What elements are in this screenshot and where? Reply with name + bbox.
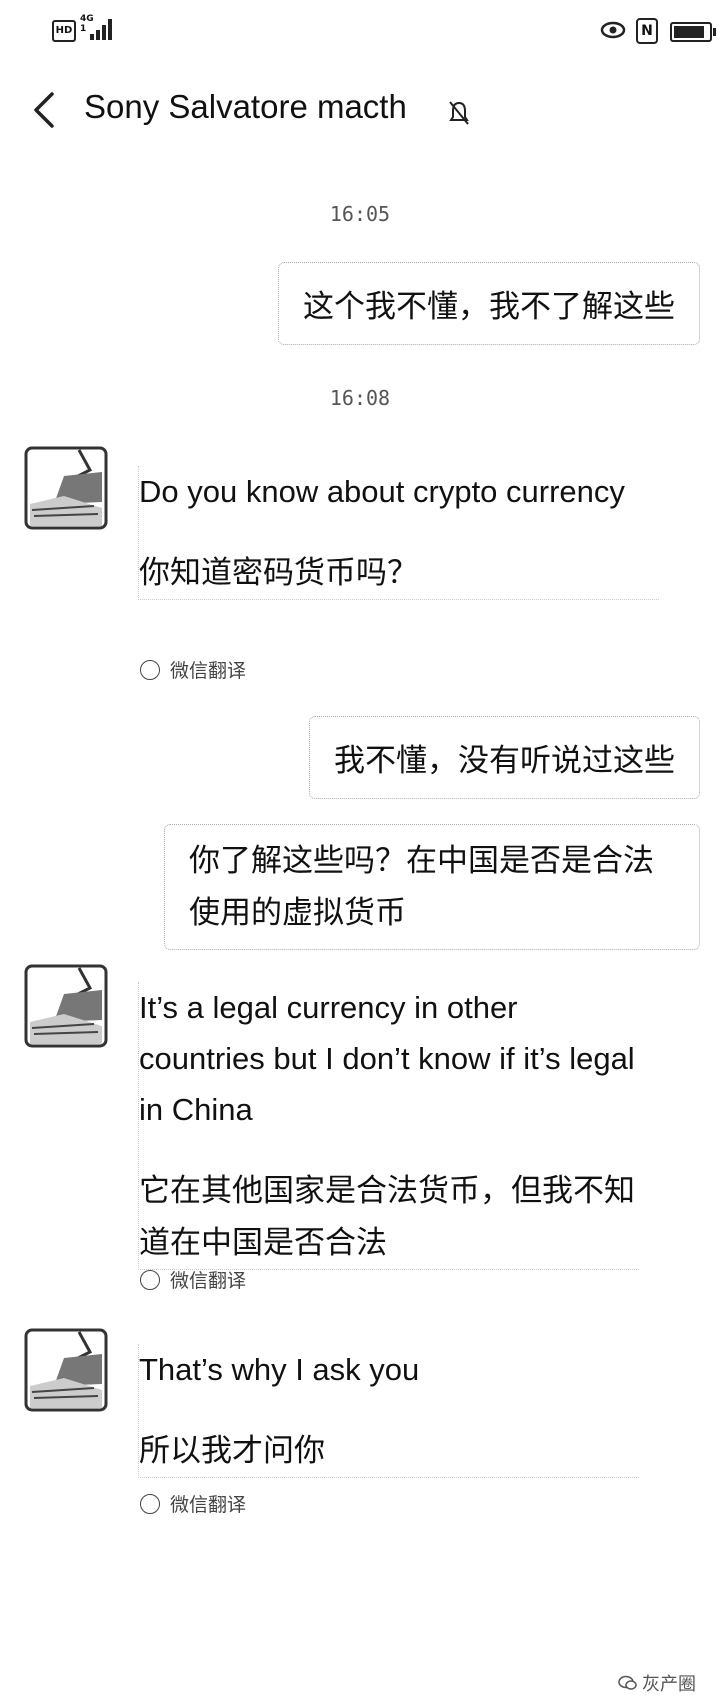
translate-label: 微信翻译 (170, 1270, 247, 1292)
signal-icon (90, 18, 112, 40)
outgoing-message-bubble[interactable]: 你了解这些吗？在中国是否是合法使用的虚拟货币 (164, 824, 700, 950)
status-bar: HD 4G 1 N (0, 0, 720, 60)
radio-icon (140, 1493, 160, 1514)
message-text-english: It’s a legal currency in other countries… (139, 990, 635, 1127)
chevron-left-icon[interactable] (28, 90, 64, 130)
message-text-english: Do you know about crypto currency (139, 474, 625, 509)
radio-icon (140, 1269, 160, 1290)
timestamp: 16:08 (329, 386, 391, 410)
message-text-chinese: 你知道密码货币吗？ (139, 555, 418, 591)
message-text: 这个我不懂，我不了解这些 (303, 289, 675, 325)
radio-icon (140, 659, 160, 680)
watermark: 灰产圈 (618, 1670, 696, 1696)
timestamp: 16:05 (329, 202, 391, 226)
translate-toggle[interactable]: 微信翻译 (140, 656, 246, 683)
outgoing-message-bubble[interactable]: 我不懂，没有听说过这些 (309, 716, 700, 799)
message-text: 我不懂，没有听说过这些 (334, 743, 675, 779)
incoming-message-bubble[interactable]: That’s why I ask you 所以我才问你 (138, 1344, 639, 1478)
hd-icon: HD (52, 20, 76, 42)
message-text-chinese: 所以我才问你 (139, 1433, 325, 1469)
incoming-message-bubble[interactable]: It’s a legal currency in other countries… (138, 982, 639, 1270)
battery-icon (670, 22, 716, 42)
translate-toggle[interactable]: 微信翻译 (140, 1266, 246, 1293)
eye-icon (600, 21, 626, 39)
translate-toggle[interactable]: 微信翻译 (140, 1490, 246, 1517)
wechat-icon (618, 1675, 637, 1690)
watermark-text: 灰产圈 (642, 1674, 696, 1695)
incoming-message-bubble[interactable]: Do you know about crypto currency 你知道密码货… (138, 466, 659, 600)
chat-header: Sony Salvatore macth (0, 70, 720, 150)
message-text-english: That’s why I ask you (139, 1352, 420, 1387)
translate-label: 微信翻译 (170, 1494, 247, 1516)
contact-avatar[interactable] (24, 1328, 108, 1412)
outgoing-message-bubble[interactable]: 这个我不懂，我不了解这些 (278, 262, 700, 345)
contact-avatar[interactable] (24, 964, 108, 1048)
nfc-icon: N (636, 18, 658, 44)
chat-title: Sony Salvatore macth (84, 88, 407, 125)
translate-label: 微信翻译 (170, 660, 247, 682)
message-text-chinese: 它在其他国家是合法货币，但我不知道在中国是否合法 (139, 1173, 635, 1261)
message-text: 你了解这些吗？在中国是否是合法使用的虚拟货币 (189, 843, 654, 931)
muted-bell-icon (449, 101, 469, 125)
contact-avatar[interactable] (24, 446, 108, 530)
